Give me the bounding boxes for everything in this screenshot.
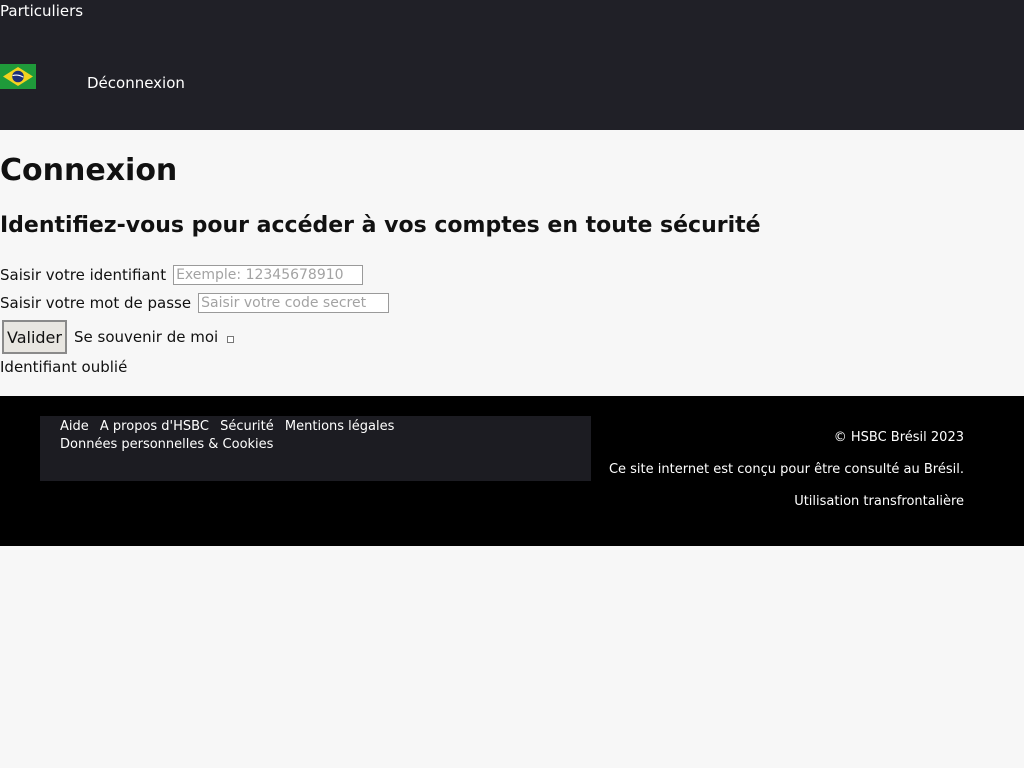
country-notice: Ce site internet est conçu pour être con… (608, 462, 964, 477)
footer-link-privacy-cookies[interactable]: Données personnelles & Cookies (60, 436, 273, 454)
footer-link-security[interactable]: Sécurité (220, 418, 274, 436)
logout-link[interactable]: Déconnexion (87, 73, 185, 93)
site-footer: Aide A propos d'HSBC Sécurité Mentions l… (0, 396, 1024, 546)
remember-me-label: Se souvenir de moi (73, 328, 219, 346)
site-header: Particuliers Déconnexion (0, 0, 1024, 130)
flag-brazil-icon[interactable] (0, 64, 36, 89)
page-title: Connexion (0, 153, 178, 188)
password-input[interactable] (198, 293, 390, 313)
footer-links-panel: Aide A propos d'HSBC Sécurité Mentions l… (40, 416, 591, 481)
footer-info: © HSBC Brésil 2023 Ce site internet est … (609, 430, 964, 526)
password-label: Saisir votre mot de passe (0, 294, 192, 312)
remember-me-checkbox[interactable] (227, 336, 235, 343)
submit-row: Valider Se souvenir de moi (0, 320, 235, 354)
submit-button[interactable]: Valider (2, 320, 67, 354)
cross-border-link[interactable]: Utilisation transfrontalière (609, 494, 964, 510)
footer-link-legal[interactable]: Mentions légales (285, 418, 394, 436)
password-row: Saisir votre mot de passe (0, 291, 390, 315)
footer-links: Aide A propos d'HSBC Sécurité Mentions l… (60, 418, 440, 454)
page-subtitle: Identifiez-vous pour accéder à vos compt… (0, 213, 761, 238)
segment-link-particuliers[interactable]: Particuliers (0, 1, 83, 21)
username-row: Saisir votre identifiant (0, 263, 364, 287)
copyright-text: © HSBC Brésil 2023 (833, 430, 964, 445)
username-input[interactable] (173, 265, 364, 285)
footer-link-aide[interactable]: Aide (60, 418, 89, 436)
footer-link-about[interactable]: A propos d'HSBC (100, 418, 209, 436)
forgot-username-link[interactable]: Identifiant oublié (0, 356, 127, 378)
username-label: Saisir votre identifiant (0, 266, 167, 284)
